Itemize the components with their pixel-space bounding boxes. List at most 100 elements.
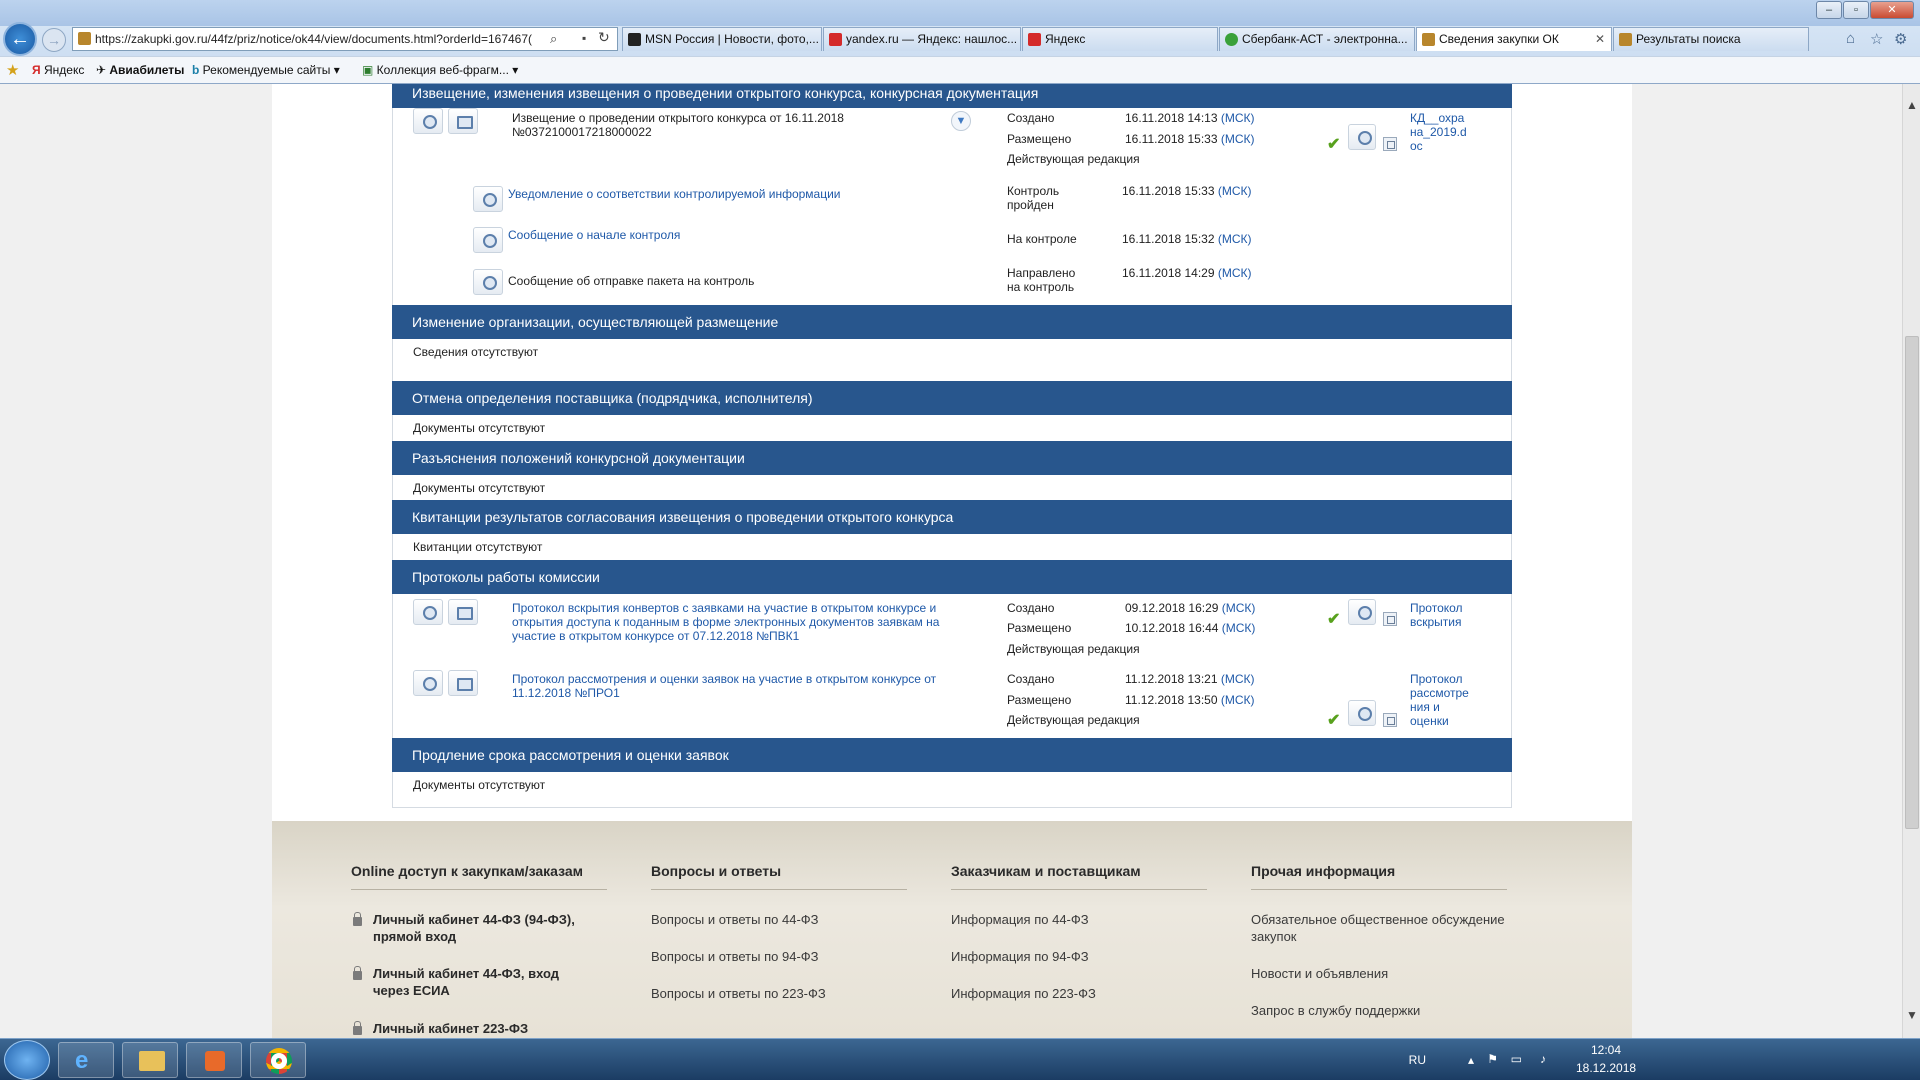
sub-doc-text: Сообщение об отправке пакета на контроль: [508, 274, 755, 288]
add-favorite-icon[interactable]: ★: [6, 61, 19, 79]
tray-time[interactable]: 12:04: [1576, 1043, 1636, 1057]
sub-signature-icon[interactable]: [473, 186, 503, 212]
sub-signature-icon[interactable]: [473, 269, 503, 295]
footer-public-discussion[interactable]: Обязательное общественное обсуждение зак…: [1251, 911, 1551, 945]
section-header-org-change: Изменение организации, осуществляющей ра…: [392, 305, 1512, 339]
section-header-clarify: Разъяснения положений конкурсной докумен…: [392, 441, 1512, 475]
footer-info-44[interactable]: Информация по 44-ФЗ: [951, 911, 1089, 928]
notice-posted-value: 16.11.2018 15:33 (МСК): [1125, 132, 1255, 146]
protocol-link[interactable]: Протокол рассмотрения и оценки заявок на…: [512, 672, 947, 700]
receipts-empty: Квитанции отсутствуют: [413, 540, 543, 554]
protocol-posted-label: Размещено: [1007, 621, 1072, 635]
file-doc-icon[interactable]: [1383, 713, 1397, 727]
checkmark-icon: ✔: [1327, 136, 1341, 153]
tray-volume-icon[interactable]: ♪: [1540, 1052, 1546, 1066]
vertical-scrollbar[interactable]: ▲ ▼: [1902, 84, 1920, 1038]
expand-chevron-icon[interactable]: ▼: [951, 111, 971, 131]
section-header-protocols: Протоколы работы комиссии: [392, 560, 1512, 594]
scroll-down-icon[interactable]: ▼: [1906, 1008, 1918, 1022]
sub-doc-value: 16.11.2018 15:33 (МСК): [1122, 184, 1252, 198]
tray-flag-icon[interactable]: ⚑: [1487, 1052, 1498, 1066]
notice-edition-label: Действующая редакция: [1007, 152, 1140, 166]
sub-doc-label: Направлено на контроль: [1007, 266, 1076, 294]
tab-yandex-search[interactable]: yandex.ru — Яндекс: нашлос...: [823, 27, 1021, 51]
footer-support[interactable]: Запрос в службу поддержки: [1251, 1002, 1420, 1019]
maximize-button[interactable]: ▫: [1843, 1, 1869, 19]
close-window-button[interactable]: ✕: [1870, 1, 1914, 19]
signature-icon[interactable]: [413, 599, 443, 625]
protocol-link[interactable]: Протокол вскрытия конвертов с заявками н…: [512, 601, 947, 643]
taskbar-chrome-icon[interactable]: [250, 1042, 306, 1078]
protocol-posted-label: Размещено: [1007, 693, 1072, 707]
fav-webslices[interactable]: ▣ Коллекция веб-фрагм... ▾: [362, 63, 518, 77]
bing-icon: b: [192, 63, 203, 77]
footer-cabinet-direct[interactable]: Личный кабинет 44-ФЗ (94-ФЗ), прямой вхо…: [373, 911, 623, 945]
file-doc-icon[interactable]: [1383, 137, 1397, 151]
lock-icon: [353, 1021, 362, 1035]
tab-msn[interactable]: MSN Россия | Новости, фото,...: [622, 27, 822, 51]
footer-info-94[interactable]: Информация по 94-ФЗ: [951, 948, 1089, 965]
tray-network-icon[interactable]: ▭: [1511, 1052, 1522, 1066]
protocol-file-link[interactable]: Протокол рассмотре ния и оценки: [1410, 672, 1476, 728]
tab-search-results-icon: [1619, 33, 1632, 46]
sub-signature-icon[interactable]: [473, 227, 503, 253]
settings-gear-icon[interactable]: ⚙: [1894, 30, 1907, 48]
tab-yandex[interactable]: Яндекс: [1022, 27, 1218, 51]
protocol-created-value: 09.12.2018 16:29 (МСК): [1125, 601, 1256, 615]
print-icon[interactable]: [448, 670, 478, 696]
protocol-posted-value: 10.12.2018 16:44 (МСК): [1125, 621, 1256, 635]
notice-file-link[interactable]: КД__охра на_2019.d oc: [1410, 111, 1476, 153]
taskbar-media-icon[interactable]: [186, 1042, 242, 1078]
signature-icon[interactable]: [413, 108, 443, 134]
fav-yandex[interactable]: Я Яндекс: [32, 63, 84, 77]
notice-doc-title: Извещение о проведении открытого конкурс…: [512, 111, 844, 139]
section-header-notice: Извещение, изменения извещения о проведе…: [392, 84, 1512, 108]
title-bar: [0, 0, 1920, 26]
fav-avia[interactable]: ✈ Авиабилеты: [96, 63, 184, 77]
sub-doc-value: 16.11.2018 14:29 (МСК): [1122, 266, 1252, 280]
footer-cabinet-esia[interactable]: Личный кабинет 44-ФЗ, вход через ЕСИА: [373, 965, 573, 999]
address-bar[interactable]: https://zakupki.gov.ru/44fz/priz/notice/…: [72, 27, 618, 51]
minimize-button[interactable]: –: [1816, 1, 1842, 19]
sub-doc-link[interactable]: Уведомление о соответствии контролируемо…: [508, 187, 841, 201]
close-tab-icon[interactable]: ✕: [1595, 28, 1605, 50]
tab-search-results[interactable]: Результаты поиска: [1613, 27, 1809, 51]
tray-date[interactable]: 18.12.2018: [1576, 1061, 1636, 1075]
protocol-file-link[interactable]: Протокол вскрытия: [1410, 601, 1476, 629]
footer-news[interactable]: Новости и объявления: [1251, 965, 1388, 982]
refresh-icon[interactable]: ↻: [598, 29, 610, 46]
forward-button[interactable]: →: [42, 28, 66, 52]
notice-created-value: 16.11.2018 14:13 (МСК): [1125, 111, 1255, 125]
footer-qa-44[interactable]: Вопросы и ответы по 44-ФЗ: [651, 911, 819, 928]
back-button[interactable]: ←: [3, 22, 37, 56]
signature-icon[interactable]: [413, 670, 443, 696]
taskbar-explorer-icon[interactable]: [122, 1042, 178, 1078]
footer-col2-title: Вопросы и ответы: [651, 863, 907, 890]
fav-recommended[interactable]: b Рекомендуемые сайты ▾: [192, 63, 340, 77]
footer-qa-94[interactable]: Вопросы и ответы по 94-ФЗ: [651, 948, 819, 965]
file-signature-icon[interactable]: [1348, 124, 1376, 150]
home-icon[interactable]: ⌂: [1846, 30, 1855, 47]
file-signature-icon[interactable]: [1348, 599, 1376, 625]
print-icon[interactable]: [448, 108, 478, 134]
scroll-up-icon[interactable]: ▲: [1906, 98, 1918, 112]
start-button[interactable]: [4, 1040, 50, 1080]
lock-icon[interactable]: ▪: [582, 31, 586, 45]
tray-expand-icon[interactable]: ▴: [1468, 1053, 1474, 1067]
print-icon[interactable]: [448, 599, 478, 625]
webslice-icon: ▣: [362, 63, 377, 77]
yandex-icon: Я: [32, 63, 44, 77]
tab-procurement-info[interactable]: Сведения закупки ОК ✕: [1416, 27, 1612, 51]
scrollbar-thumb[interactable]: [1905, 336, 1919, 829]
file-signature-icon[interactable]: [1348, 700, 1376, 726]
sub-doc-link[interactable]: Сообщение о начале контроля: [508, 228, 680, 242]
file-doc-icon[interactable]: [1383, 612, 1397, 626]
footer-qa-223[interactable]: Вопросы и ответы по 223-ФЗ: [651, 985, 826, 1002]
taskbar-ie-icon[interactable]: e: [58, 1042, 114, 1078]
favorites-star-icon[interactable]: ☆: [1870, 30, 1883, 48]
search-icon[interactable]: ⌕: [550, 31, 557, 47]
footer-info-223[interactable]: Информация по 223-ФЗ: [951, 985, 1096, 1002]
footer-cabinet-223[interactable]: Личный кабинет 223-ФЗ: [373, 1020, 528, 1037]
tray-lang[interactable]: RU: [1409, 1053, 1426, 1067]
tab-sberbank-ast[interactable]: Сбербанк-АСТ - электронна...: [1219, 27, 1415, 51]
